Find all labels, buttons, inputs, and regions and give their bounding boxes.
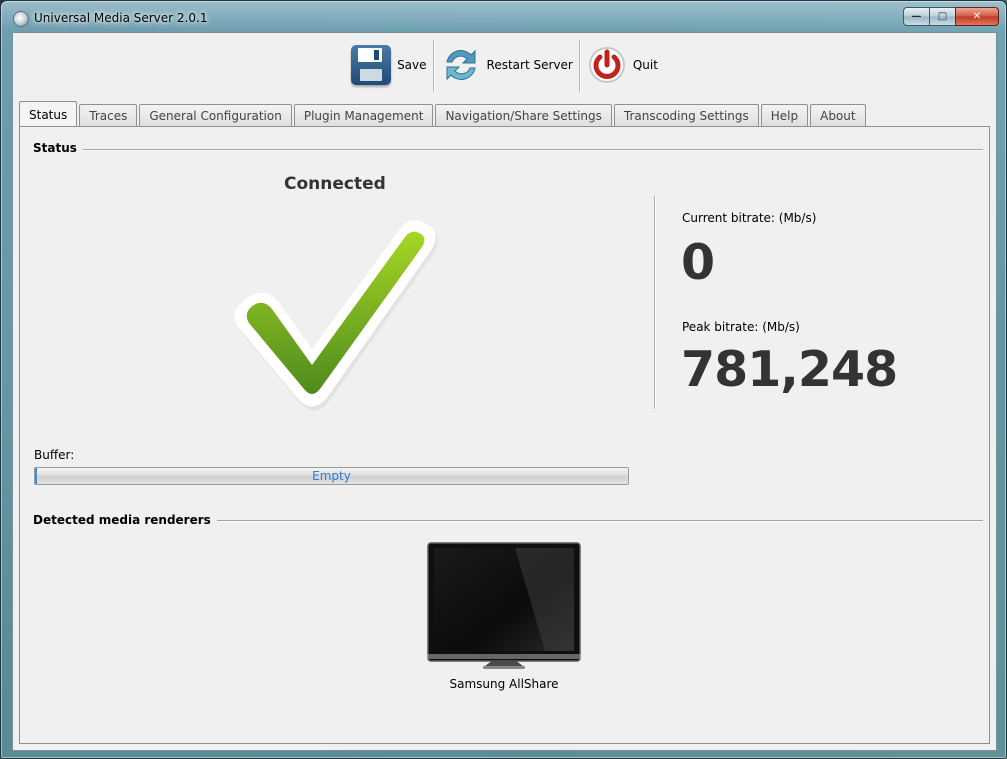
tab-about[interactable]: About [810,104,866,127]
window-controls: — □ ✕ [903,7,999,26]
restart-server-button[interactable]: Restart Server [435,37,579,93]
buffer-label: Buffer: [34,448,75,462]
app-window: Universal Media Server 2.0.1 — □ ✕ Save [0,0,1007,759]
tab-traces[interactable]: Traces [79,104,138,127]
peak-bitrate-label: Peak bitrate: (Mb/s) [682,320,800,334]
app-icon [14,12,28,26]
close-icon: ✕ [972,11,982,22]
tab-transcoding-settings[interactable]: Transcoding Settings [613,104,759,127]
section-divider [178,520,983,522]
renderers-section-title: Detected media renderers [33,513,217,527]
peak-bitrate-value: 781,248 [681,341,898,398]
section-divider [76,149,983,151]
quit-label: Quit [632,58,658,72]
current-bitrate-value: 0 [681,234,715,291]
power-icon [588,47,625,83]
connection-status-text: Connected [284,174,386,194]
client-area: Save Restart Server Quit Status Traces G… [12,32,997,751]
minimize-button[interactable]: — [903,7,930,26]
status-panel: Status Connected Current bitrate: (Mb/s)… [19,126,990,744]
title-bar[interactable]: Universal Media Server 2.0.1 — □ ✕ [1,1,1006,33]
tab-help[interactable]: Help [760,104,809,127]
tab-navigation-share-settings[interactable]: Navigation/Share Settings [435,104,612,127]
save-button[interactable]: Save [345,37,432,93]
buffer-progress-text: Empty [312,469,351,483]
restart-server-label: Restart Server [486,58,573,72]
close-button[interactable]: ✕ [955,7,999,26]
buffer-progress-bar: Empty [34,467,629,485]
tab-status[interactable]: Status [19,101,78,128]
status-section-title: Status [33,141,83,155]
maximize-button[interactable]: □ [929,7,956,26]
quit-button[interactable]: Quit [581,37,664,93]
window-title: Universal Media Server 2.0.1 [34,11,208,25]
vertical-divider [654,195,656,409]
checkmark-icon [234,220,438,411]
tv-icon [427,542,581,669]
tab-general-configuration[interactable]: General Configuration [139,104,292,127]
tab-plugin-management[interactable]: Plugin Management [293,104,434,127]
minimize-icon: — [911,11,922,22]
maximize-icon: □ [937,11,948,22]
renderer-name: Samsung AllShare [449,677,559,691]
tab-bar: Status Traces General Configuration Plug… [19,100,868,128]
renderer-item[interactable]: Samsung AllShare [424,542,584,691]
floppy-disk-icon [351,45,392,85]
current-bitrate-label: Current bitrate: (Mb/s) [682,211,817,225]
toolbar: Save Restart Server Quit [13,37,996,97]
refresh-icon [445,49,476,81]
save-label: Save [397,58,427,72]
